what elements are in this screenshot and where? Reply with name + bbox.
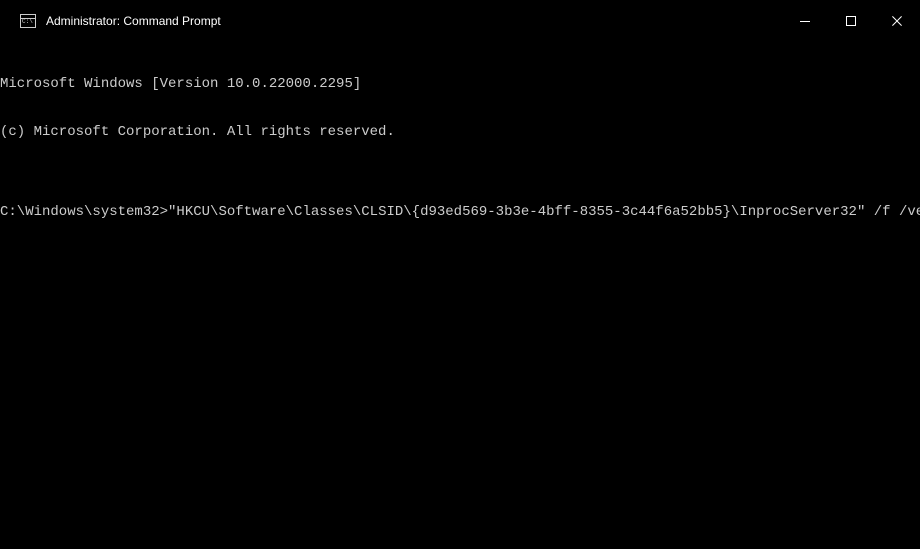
maximize-button[interactable]: [828, 0, 874, 42]
maximize-icon: [846, 16, 856, 26]
output-line: (c) Microsoft Corporation. All rights re…: [0, 124, 920, 140]
window-title: Administrator: Command Prompt: [46, 14, 221, 28]
window-controls: [782, 0, 920, 42]
command-input[interactable]: "HKCU\Software\Classes\CLSID\{d93ed569-3…: [168, 204, 920, 220]
minimize-icon: [800, 21, 810, 22]
prompt-text: C:\Windows\system32>: [0, 204, 168, 220]
titlebar: Administrator: Command Prompt: [0, 0, 920, 42]
close-button[interactable]: [874, 0, 920, 42]
cmd-icon: [20, 14, 36, 28]
titlebar-left: Administrator: Command Prompt: [20, 14, 221, 28]
prompt-line: C:\Windows\system32>"HKCU\Software\Class…: [0, 204, 920, 220]
minimize-button[interactable]: [782, 0, 828, 42]
output-line: Microsoft Windows [Version 10.0.22000.22…: [0, 76, 920, 92]
terminal-area[interactable]: Microsoft Windows [Version 10.0.22000.22…: [0, 42, 920, 236]
close-icon: [892, 16, 902, 26]
